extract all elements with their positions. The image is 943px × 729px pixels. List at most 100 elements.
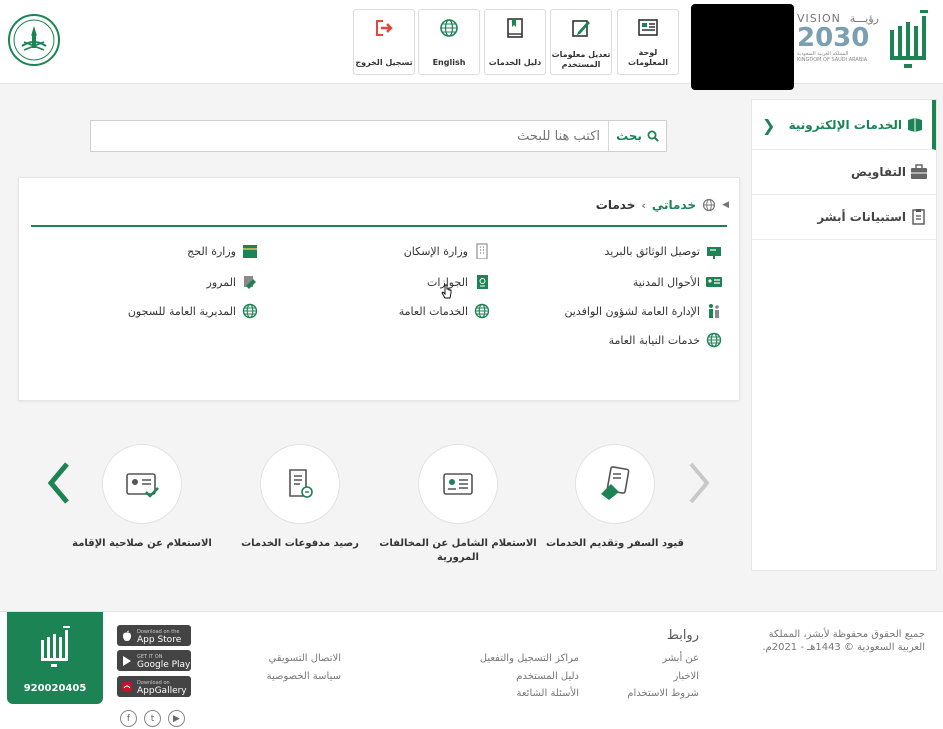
dashboard-label: لوحة المعلومات [628, 48, 668, 67]
footer-link-news[interactable]: الاخبار [673, 671, 699, 682]
carousel-card-travel[interactable] [575, 444, 655, 524]
google-play-badge[interactable]: GET IT ON Google Play [117, 650, 191, 671]
service-traffic[interactable]: المرور [207, 274, 259, 290]
breadcrumb: ◀ خدماتي › خدمات [596, 198, 729, 212]
footer-link-privacy[interactable]: سياسة الخصوصية [267, 671, 341, 682]
english-button[interactable]: English [418, 9, 480, 75]
breadcrumb-my-services[interactable]: خدماتي [652, 198, 696, 212]
phone-number[interactable]: 920020405 [7, 683, 103, 694]
receipt-icon [289, 469, 313, 498]
service-label: وزارة الحج [187, 244, 236, 258]
briefcase-icon [911, 164, 927, 179]
eservices-icon [908, 117, 922, 132]
twitter-icon[interactable]: t [144, 710, 161, 727]
store-big-text: App Store [137, 634, 182, 645]
store-big-text: Google Play [137, 659, 191, 670]
carousel-prev-arrow-icon[interactable] [43, 458, 73, 508]
carousel-card-residency[interactable] [102, 444, 182, 524]
caret-icon[interactable]: ◀ [722, 200, 729, 210]
store-big-text: AppGallery [137, 685, 187, 696]
sidebar-item-label: التفاويض [851, 165, 906, 179]
travel-doc-icon [601, 466, 630, 500]
service-prisons[interactable]: المديرية العامة للسجون [128, 303, 259, 319]
building-icon [476, 243, 488, 259]
footer-link-terms[interactable]: شروط الاستخدام [627, 688, 699, 699]
breadcrumb-services: خدمات [595, 198, 636, 212]
id-card-icon [443, 473, 473, 495]
guide-book-icon [507, 18, 523, 38]
footer-link-user-guide[interactable]: دليل المستخدم [516, 671, 579, 682]
service-expatriates[interactable]: الإدارة العامة لشؤون الوافدين [564, 303, 723, 319]
saudi-emblem-icon[interactable] [8, 14, 60, 66]
edit-user-label: تعديل معلومات المستخدم [551, 50, 611, 69]
sidebar-item-delegations[interactable]: التفاويض [752, 150, 936, 195]
sidebar-item-surveys[interactable]: استبيانات أبشر [752, 195, 936, 240]
search-input[interactable] [94, 121, 606, 151]
copyright-text: جميع الحقوق محفوظة لأبشر، المملكة العربي… [762, 629, 925, 653]
dashboard-button[interactable]: لوحة المعلومات [617, 9, 679, 75]
footer-link-about[interactable]: عن أبشر [662, 653, 699, 664]
service-label: خدمات النيابة العامة [608, 333, 700, 347]
globe-icon [440, 19, 458, 37]
logout-button[interactable]: تسجيل الخروج [353, 9, 415, 75]
english-label: English [432, 58, 466, 67]
youtube-icon[interactable]: ▶ [168, 710, 185, 727]
globe-icon [706, 332, 722, 348]
service-label: الأحوال المدنية [632, 275, 700, 289]
service-passports[interactable]: الجوازات [427, 274, 491, 290]
breadcrumb-divider [31, 225, 727, 227]
sidebar-item-eservices[interactable]: الخدمات الإلكترونية ❮ [752, 100, 936, 150]
search-button[interactable]: بحث [608, 121, 666, 151]
service-public-services[interactable]: الخدمات العامة [399, 303, 491, 319]
service-mail-delivery[interactable]: توصيل الوثائق بالبريد [605, 243, 723, 259]
chevron-left-icon[interactable]: ❮ [762, 116, 775, 135]
mailbox-icon [707, 247, 721, 259]
traffic-icon [244, 276, 256, 289]
service-label: توصيل الوثائق بالبريد [604, 244, 700, 258]
absher-logo[interactable] [884, 10, 934, 72]
apple-icon [123, 630, 131, 641]
service-label: الإدارة العامة لشؤون الوافدين [564, 304, 700, 318]
service-label: المديرية العامة للسجون [127, 304, 236, 318]
app-store-badge[interactable]: Download on the App Store [117, 625, 191, 646]
service-civil-affairs[interactable]: الأحوال المدنية [633, 274, 723, 290]
passport-icon [477, 275, 488, 289]
services-guide-label: دليل الخدمات [488, 58, 542, 67]
carousel-label: الاستعلام عن صلاحية الإقامة [72, 538, 212, 549]
services-guide-button[interactable]: دليل الخدمات [484, 9, 546, 75]
search-icon [647, 130, 659, 142]
footer-link-marketing[interactable]: الاتصال التسويقي [268, 653, 341, 664]
edit-user-icon [572, 20, 590, 37]
people-icon [709, 304, 719, 318]
google-play-icon [123, 655, 131, 666]
chevron-separator-icon: › [641, 198, 646, 212]
footer: جميع الحقوق محفوظة لأبشر، المملكة العربي… [0, 611, 943, 729]
vision-sub-en: KINGDOM OF SAUDI ARABIA [797, 57, 868, 63]
carousel-card-payments[interactable] [260, 444, 340, 524]
id-card-icon [706, 277, 722, 287]
edit-user-button[interactable]: تعديل معلومات المستخدم [550, 9, 612, 75]
carousel-card-violations[interactable] [418, 444, 498, 524]
footer-link-faq[interactable]: الأسئلة الشائعة [517, 688, 580, 699]
sidebar: الخدمات الإلكترونية ❮ التفاويض استبيانات… [751, 99, 937, 571]
service-hajj[interactable]: وزارة الحج [187, 243, 259, 259]
search-button-label: بحث [616, 129, 642, 143]
redacted-area [691, 4, 794, 90]
facebook-icon[interactable]: f [120, 710, 137, 727]
vision-2030-logo: VISION رؤيـــة 2030 المملكة العربية السع… [797, 12, 879, 74]
carousel-next-arrow-icon[interactable] [683, 458, 713, 508]
service-public-prosecution[interactable]: خدمات النيابة العامة [609, 332, 723, 348]
sidebar-item-label: استبيانات أبشر [817, 210, 906, 224]
sidebar-item-label: الخدمات الإلكترونية [788, 117, 902, 132]
carousel-label: الاستعلام الشامل عن المخالفات المرورية [379, 538, 537, 563]
carousel-label: رصيد مدفوعات الخدمات [241, 538, 359, 549]
footer-link-registration-centers[interactable]: مراكز التسجيل والتفعيل [480, 653, 579, 664]
vision-year: 2030 [797, 23, 870, 53]
survey-icon [912, 209, 925, 225]
app-gallery-badge[interactable]: Download on AppGallery [117, 676, 191, 697]
huawei-icon [122, 681, 132, 692]
residency-check-icon [126, 473, 159, 498]
header: لوحة المعلومات تعديل معلومات المستخدم دل… [0, 0, 943, 84]
links-title: روابط [666, 628, 699, 643]
service-housing[interactable]: وزارة الإسكان [404, 243, 491, 259]
